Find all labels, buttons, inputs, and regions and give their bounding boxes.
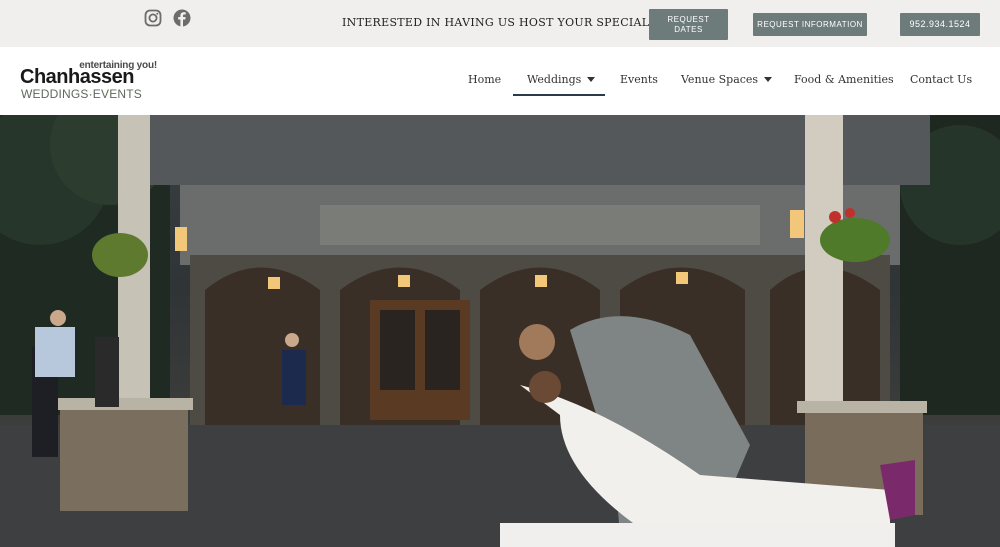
nav-item-food-amenities[interactable]: Food & Amenities [794,73,894,86]
phone-button[interactable]: 952.934.1524 [900,13,980,36]
nav-item-label: Home [468,73,502,86]
active-nav-indicator [513,94,605,96]
nav-item-events[interactable]: Events [620,73,658,86]
nav-item-contact-us[interactable]: Contact Us [910,73,972,86]
nav-item-weddings[interactable]: Weddings [527,73,596,86]
caret-down-icon [764,77,773,82]
nav-item-label: Events [620,73,658,86]
nav-item-home[interactable]: Home [468,73,501,86]
instagram-icon[interactable] [144,9,162,27]
nav-item-label: Venue Spaces [681,73,759,86]
nav-item-label: Contact Us [910,73,973,86]
hero-content-card [500,523,895,547]
nav-item-label: Food & Amenities [794,73,894,86]
site-header: entertaining you! Chanhassen WEDDINGS·EV… [0,47,1000,115]
caret-down-icon [587,77,596,82]
nav-item-label: Weddings [527,73,582,86]
hero-image [0,115,1000,547]
top-utility-bar: INTERESTED IN HAVING US HOST YOUR SPECIA… [0,0,1000,47]
hero-illustration [0,115,1000,547]
main-nav: Home Weddings Events Venue Spaces Food &… [0,47,1000,115]
facebook-icon[interactable] [173,9,191,27]
nav-item-venue-spaces[interactable]: Venue Spaces [681,73,773,86]
promo-text: INTERESTED IN HAVING US HOST YOUR SPECIA… [342,16,684,29]
request-dates-button[interactable]: REQUEST DATES [649,9,728,40]
social-links [144,9,191,27]
request-information-button[interactable]: REQUEST INFORMATION [753,13,867,36]
